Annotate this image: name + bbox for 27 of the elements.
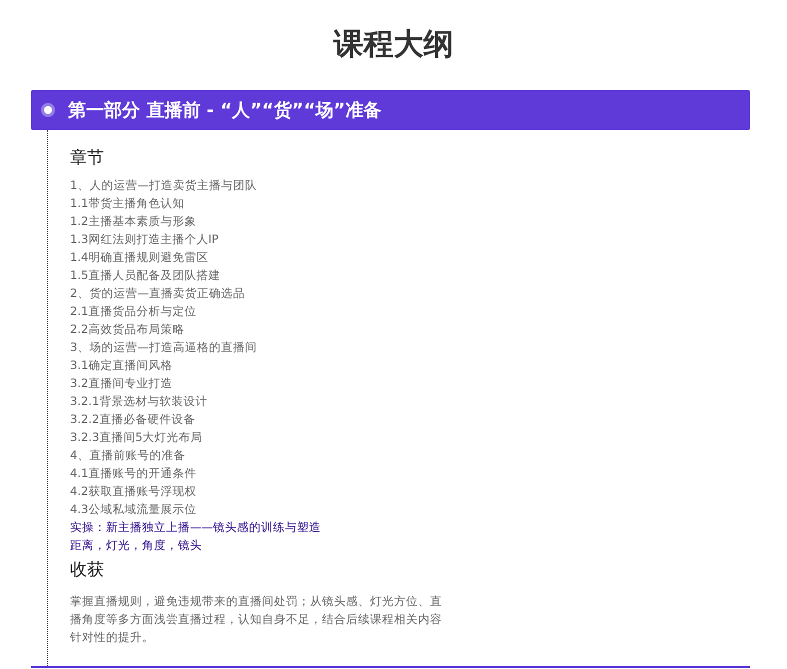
chapter-item: 1.4明确直播规则避免雷区	[70, 249, 208, 266]
chapter-item: 3.2.3直播间5大灯光布局	[70, 429, 203, 446]
chapter-item: 4、直播前账号的准备	[70, 447, 186, 464]
section-title: 第一部分 直播前 - “人”“货”“场”准备	[68, 99, 382, 122]
chapter-item: 1.2主播基本素质与形象	[70, 213, 196, 230]
chapter-item: 2、货的运营—直播卖货正确选品	[70, 285, 245, 302]
harvest-label: 收获	[70, 559, 104, 582]
chapter-item: 1.3网红法则打造主播个人IP	[70, 231, 219, 248]
chapter-item: 1、人的运营—打造卖货主播与团队	[70, 177, 257, 194]
harvest-text: 掌握直播规则，避免违规带来的直播间处罚；从镜头感、灯光方位、直播角度等多方面浅尝直播过程，认知自身不足，结合后续课程相关内容针对性的提升。	[70, 593, 442, 646]
page-title: 课程大纲	[332, 26, 454, 64]
chapter-item: 4.2获取直播账号浮现权	[70, 483, 196, 500]
chapter-item: 1.1带货主播角色认知	[70, 195, 184, 212]
chapter-item: 4.3公域私域流量展示位	[70, 501, 196, 518]
chapter-item: 3.2.1背景选材与软装设计	[70, 393, 208, 410]
chapter-item: 实操：新主播独立上播——镜头感的训练与塑造	[70, 519, 321, 536]
chapter-item: 3.2.2直播必备硬件设备	[70, 411, 196, 428]
chapter-item: 2.2高效货品布局策略	[70, 321, 184, 338]
chapter-item: 4.1直播账号的开通条件	[70, 465, 196, 482]
chapter-item: 3、场的运营—打造高逼格的直播间	[70, 339, 257, 356]
chapter-item: 1.5直播人员配备及团队搭建	[70, 267, 220, 284]
chapter-item: 3.1确定直播间风格	[70, 357, 172, 374]
chapter-item: 距离，灯光，角度，镜头	[70, 537, 202, 554]
chapter-item: 2.1直播货品分析与定位	[70, 303, 196, 320]
chapters-label: 章节	[70, 147, 104, 170]
chapter-item: 3.2直播间专业打造	[70, 375, 172, 392]
bullet-icon	[44, 106, 52, 114]
